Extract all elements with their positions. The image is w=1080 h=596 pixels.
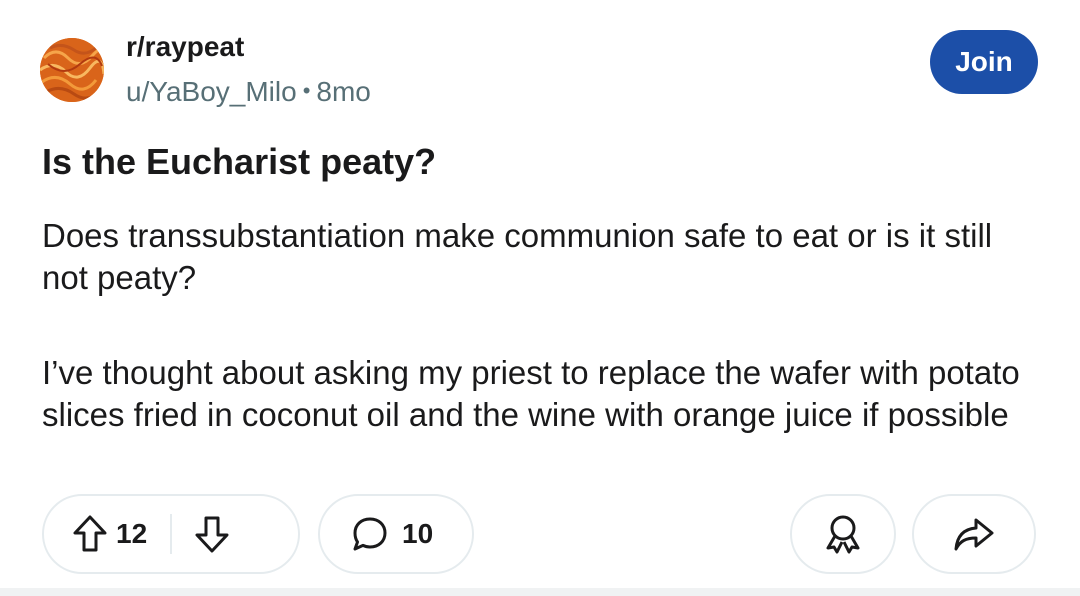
- speech-bubble-icon: [353, 517, 387, 551]
- post-age: 8mo: [316, 76, 371, 107]
- subreddit-name[interactable]: r/raypeat: [126, 30, 244, 64]
- post-card: r/raypeat u/YaBoy_Milo • 8mo Join Is the E…: [0, 0, 1080, 596]
- comment-icon-wrap: [348, 512, 392, 556]
- arrow-up-icon: [73, 515, 107, 552]
- comment-count: 10: [402, 518, 434, 549]
- avatar-image: [40, 38, 104, 102]
- upvote-button[interactable]: [70, 512, 110, 556]
- comment-button[interactable]: 10: [318, 494, 474, 574]
- share-arrow-icon: [954, 518, 994, 551]
- post-body-paragraph-2: I’ve thought about asking my priest to r…: [42, 354, 1020, 433]
- award-ribbon-icon: [826, 515, 860, 554]
- card-bottom-separator: [0, 588, 1080, 596]
- downvote-button[interactable]: [190, 512, 234, 556]
- arrow-down-icon: [195, 516, 229, 553]
- post-title: Is the Eucharist peaty?: [42, 141, 437, 182]
- post-action-bar: 12 10: [0, 494, 1080, 580]
- share-button[interactable]: [912, 494, 1036, 574]
- meta-separator: •: [302, 78, 311, 103]
- subreddit-avatar[interactable]: [40, 38, 104, 102]
- post-body-paragraph-1: Does transsubstantiation make communion …: [42, 217, 993, 296]
- author-name[interactable]: u/YaBoy_Milo: [126, 76, 297, 107]
- join-button[interactable]: Join: [930, 30, 1038, 94]
- vote-count: 12: [116, 518, 148, 549]
- post-meta: u/YaBoy_Milo • 8mo: [126, 74, 371, 109]
- vote-divider: [170, 514, 172, 554]
- vote-pill: 12: [42, 494, 300, 574]
- award-button[interactable]: [790, 494, 896, 574]
